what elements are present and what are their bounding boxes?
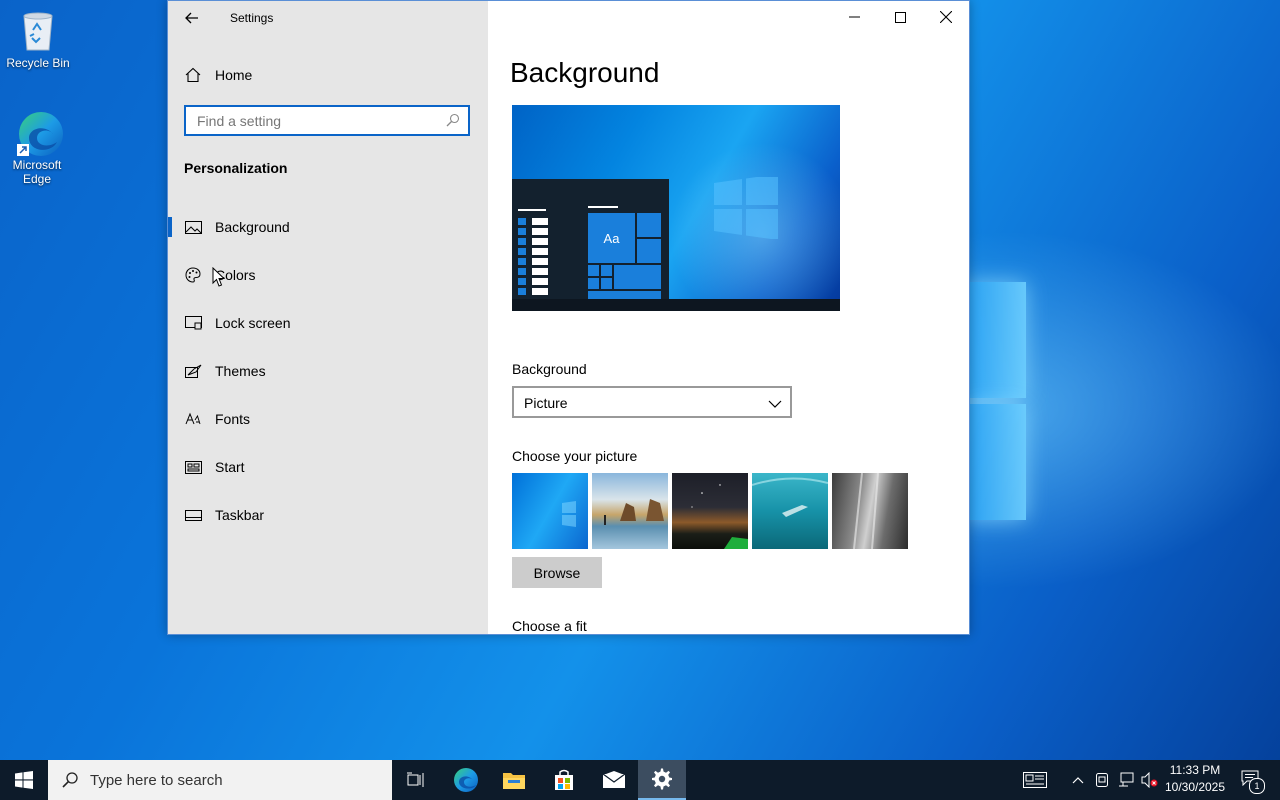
mail-icon [602,771,626,788]
notification-count-badge: 1 [1249,778,1265,794]
section-title: Personalization [184,160,288,176]
minimize-icon [848,16,860,18]
browse-button[interactable]: Browse [512,557,602,588]
sidebar-item-label: Fonts [215,411,251,427]
taskbar-search-placeholder: Type here to search [90,771,223,789]
store-icon [555,769,573,790]
background-preview: Aa [512,105,840,311]
themes-icon [184,363,202,379]
taskbar: Type here to search 11:33 PM 10/30/2025 [0,760,1280,800]
sidebar-item-start[interactable]: Start [168,447,488,487]
search-box[interactable] [184,105,470,136]
fonts-icon [184,411,202,427]
search-input[interactable] [195,112,439,130]
desktop-icon-microsoft-edge[interactable]: Microsoft Edge [0,110,74,186]
background-label: Background [512,361,587,377]
picture-icon [184,219,202,235]
volume-button[interactable] [1140,760,1160,800]
start-button[interactable] [0,760,48,800]
sidebar-item-label: Background [215,219,290,235]
picture-thumb-underwater[interactable] [751,473,829,549]
start-icon [184,459,202,475]
back-button[interactable] [180,7,204,29]
edge-icon [15,110,63,156]
settings-window: Settings Home Personalization Background [167,0,970,635]
maximize-icon [894,11,906,23]
chevron-up-icon [1072,777,1084,784]
desktop-icon-label: Recycle Bin [6,56,70,70]
recycle-bin-icon [16,8,60,52]
desktop-icon-label: Microsoft Edge [12,158,62,186]
sidebar-item-label: Themes [215,363,266,379]
background-type-dropdown[interactable]: Picture [512,386,792,418]
settings-sidebar: Settings Home Personalization Background [168,1,488,634]
choose-picture-label: Choose your picture [512,448,638,464]
sidebar-item-taskbar[interactable]: Taskbar [168,495,488,535]
preview-start-menu: Aa [512,179,669,299]
sidebar-item-label: Home [215,67,253,83]
taskbar-app-file-explorer[interactable] [490,760,538,800]
home-icon [184,67,202,83]
close-button[interactable] [923,1,969,33]
news-widget-button[interactable] [1018,760,1052,800]
maximize-button[interactable] [877,1,923,33]
action-center-button[interactable]: 1 [1236,760,1266,800]
back-arrow-icon [185,12,198,24]
page-title: Background [510,57,660,88]
taskbar-app-store[interactable] [540,760,588,800]
wallpaper-windows-logo [968,282,1028,520]
clock-time: 11:33 PM [1169,763,1221,777]
folder-icon [503,773,525,789]
sidebar-item-label: Taskbar [215,507,265,523]
clock-date: 10/30/2025 [1164,780,1226,794]
sidebar-item-label: Lock screen [215,315,291,331]
choose-fit-label: Choose a fit [512,618,587,634]
sidebar-item-background[interactable]: Background [168,207,488,247]
dropdown-value: Picture [524,395,568,411]
taskbar-app-settings[interactable] [638,760,686,800]
minimize-button[interactable] [831,1,877,33]
sidebar-item-home[interactable]: Home [168,55,488,95]
search-icon [446,113,460,132]
volume-muted-icon [1141,772,1158,788]
edge-icon [454,768,478,792]
taskbar-clock[interactable]: 11:33 PM 10/30/2025 [1158,762,1232,796]
preview-taskbar [512,299,840,311]
sidebar-item-fonts[interactable]: Fonts [168,399,488,439]
search-icon [62,772,78,788]
meet-now-button[interactable] [1092,760,1112,800]
desktop-icon-recycle-bin[interactable]: Recycle Bin [0,8,76,70]
task-view-icon [407,772,424,787]
mouse-cursor-icon [212,266,226,292]
meet-now-icon [1096,773,1108,787]
preview-tile-aa: Aa [588,213,635,263]
notification-icon: 1 [1241,770,1265,794]
lock-screen-icon [184,315,202,331]
chevron-down-icon [768,396,782,414]
picture-thumb-beach-rocks[interactable] [592,473,668,549]
settings-content: Background Aa Background Picture Choose … [488,1,969,634]
palette-icon [184,267,202,283]
close-icon [940,11,952,23]
taskbar-icon [184,507,202,523]
sidebar-item-lock-screen[interactable]: Lock screen [168,303,488,343]
gear-icon [652,768,672,790]
sidebar-item-themes[interactable]: Themes [168,351,488,391]
window-title: Settings [230,11,274,25]
network-button[interactable] [1116,760,1136,800]
windows-start-icon [15,771,33,789]
picture-thumb-night-sky[interactable] [672,473,748,549]
network-icon [1119,772,1134,787]
picture-thumb-rock-cliff[interactable] [832,472,908,550]
sidebar-item-label: Start [215,459,245,475]
taskbar-app-mail[interactable] [590,760,638,800]
picture-thumb-windows-blue[interactable] [512,473,588,549]
task-view-button[interactable] [392,760,440,800]
show-hidden-icons-button[interactable] [1068,760,1088,800]
preview-windows-logo [714,177,778,239]
taskbar-app-edge[interactable] [442,760,490,800]
news-icon [1023,772,1047,788]
taskbar-search-box[interactable]: Type here to search [48,760,392,800]
